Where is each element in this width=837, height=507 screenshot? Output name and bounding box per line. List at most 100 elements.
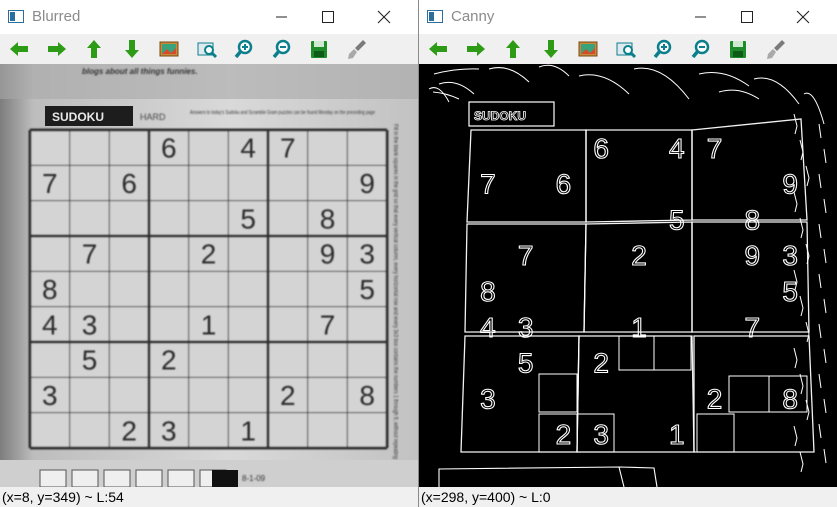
- sudoku-digit: 5: [359, 274, 375, 305]
- arrow-right-icon: [47, 42, 66, 56]
- zoom-out-icon: [272, 39, 290, 59]
- zoom-100-icon: [197, 42, 217, 59]
- sudoku-digits: 6 4 77 6 95 87 2 9 38 54 3 1 75 23 2 82 3 1: [480, 132, 799, 450]
- sudoku-digit: 7: [480, 169, 496, 200]
- save-image-button[interactable]: [307, 38, 331, 60]
- image-icon: [159, 41, 179, 57]
- title-bar[interactable]: Canny: [419, 0, 837, 34]
- image-icon: [578, 41, 598, 57]
- zoom-out-button[interactable]: [689, 38, 713, 60]
- sudoku-header: SUDOKU: [52, 110, 104, 124]
- sudoku-digit: 2: [593, 348, 609, 379]
- sudoku-digit: 3: [82, 309, 98, 340]
- sudoku-digit: 1: [240, 415, 256, 446]
- intro-text: Answers to today's Sudoku and Scramble G…: [190, 110, 375, 116]
- arrow-up-icon: [87, 40, 101, 58]
- sudoku-digit: 7: [82, 239, 98, 270]
- app-icon: [427, 10, 443, 23]
- save-icon: [311, 41, 327, 58]
- zoom-in-button[interactable]: [232, 38, 256, 60]
- pan-right-button[interactable]: [464, 38, 488, 60]
- status-bar: (x=298, y=400) ~ L:0: [419, 487, 837, 507]
- sudoku-digit: 2: [556, 419, 572, 450]
- sudoku-digit: 6: [161, 133, 177, 164]
- status-text: (x=298, y=400) ~ L:0: [421, 489, 551, 505]
- sudoku-digit: 6: [121, 168, 137, 199]
- pan-left-button[interactable]: [426, 38, 450, 60]
- maximize-button[interactable]: [314, 4, 342, 30]
- zoom-out-button[interactable]: [270, 38, 294, 60]
- zoom-fit-button[interactable]: [157, 38, 181, 60]
- zoom-in-button[interactable]: [651, 38, 675, 60]
- pan-up-button[interactable]: [501, 38, 525, 60]
- sudoku-digit: 9: [359, 168, 375, 199]
- save-image-button[interactable]: [726, 38, 750, 60]
- toolbar: [0, 34, 418, 64]
- image-view-canny[interactable]: SUDOKU 6 4 7 7 6 9 5 8 7 2 9 3 8 5 4 3 1 7 5 2 3 2 8 2 3 1: [419, 64, 837, 487]
- maximize-button[interactable]: [733, 4, 761, 30]
- status-bar: (x=8, y=349) ~ L:54: [0, 487, 418, 507]
- minimize-button[interactable]: [687, 4, 715, 30]
- sudoku-digit: 4: [240, 133, 256, 164]
- arrow-right-icon: [466, 42, 485, 56]
- sudoku-digit: 7: [745, 312, 761, 343]
- zoom-in-icon: [653, 39, 672, 59]
- sudoku-digit: 3: [480, 383, 496, 414]
- sudoku-digit: 4: [42, 309, 58, 340]
- properties-button[interactable]: [764, 38, 788, 60]
- promo-text: blogs about all things funnies.: [82, 67, 198, 76]
- pan-down-button[interactable]: [120, 38, 144, 60]
- pan-right-button[interactable]: [45, 38, 69, 60]
- date-label: 8-1-09: [242, 474, 266, 483]
- sudoku-digit: 4: [480, 312, 496, 343]
- sudoku-digit: 3: [42, 380, 58, 411]
- sudoku-digit: 8: [745, 204, 761, 235]
- pan-up-button[interactable]: [82, 38, 106, 60]
- title-bar[interactable]: Blurred: [0, 0, 418, 34]
- canny-image: SUDOKU6 4 77 6 95 87 2 9 38 54 3 1 75 23 2 82 3 1: [428, 64, 827, 487]
- sudoku-digit: 5: [669, 204, 685, 235]
- sudoku-digit: 7: [707, 133, 723, 164]
- sudoku-digit: 5: [518, 348, 534, 379]
- sudoku-digit: 9: [320, 239, 336, 270]
- sudoku-digit: 7: [320, 309, 336, 340]
- save-icon: [730, 41, 746, 58]
- sudoku-digit: 3: [782, 240, 798, 271]
- sudoku-digit: 5: [782, 276, 798, 307]
- sudoku-grid: [28, 128, 389, 450]
- sudoku-digit: 1: [631, 312, 647, 343]
- pan-down-button[interactable]: [539, 38, 563, 60]
- sudoku-header: SUDOKU: [474, 109, 526, 123]
- zoom-fit-button[interactable]: [576, 38, 600, 60]
- close-button[interactable]: [789, 4, 817, 30]
- sudoku-digit: 2: [201, 239, 217, 270]
- zoom-100-button[interactable]: [195, 38, 219, 60]
- minimize-button[interactable]: [268, 4, 296, 30]
- edge-grid: [460, 118, 815, 453]
- promo-strip: [0, 64, 418, 99]
- sudoku-digit: 1: [201, 309, 217, 340]
- close-button[interactable]: [370, 4, 398, 30]
- sudoku-digit: 3: [593, 419, 609, 450]
- arrow-down-icon: [124, 40, 139, 58]
- zoom-in-icon: [234, 39, 253, 59]
- properties-button[interactable]: [345, 38, 369, 60]
- window-blurred: Blurred blogs about all things funnies. S…: [0, 0, 418, 507]
- sudoku-digit: 2: [631, 240, 647, 271]
- window-canny: Canny SUDOKU 6 4 7 7 6 9 5 8 7 2 9 3 8 5 4 3 1 7 5 2 3 2 8 2 3 1 (…: [419, 0, 837, 507]
- pan-left-button[interactable]: [7, 38, 31, 60]
- sudoku-digit: 8: [359, 380, 375, 411]
- zoom-100-button[interactable]: [614, 38, 638, 60]
- sudoku-digit: 5: [240, 203, 256, 234]
- image-view-blurred[interactable]: blogs about all things funnies. SUDOKU HAR…: [0, 64, 418, 487]
- sudoku-digit: 7: [42, 168, 58, 199]
- sudoku-digit: 3: [359, 239, 375, 270]
- sudoku-digit: 2: [121, 415, 137, 446]
- toolbar: [419, 34, 837, 64]
- sudoku-digit: 8: [320, 203, 336, 234]
- rules-text: Fill in the blank squares in the grid so…: [392, 124, 398, 469]
- sudoku-digit: 8: [42, 274, 58, 305]
- arrow-left-icon: [429, 42, 447, 56]
- sudoku-digit: 6: [593, 133, 609, 164]
- brush-icon: [347, 40, 366, 59]
